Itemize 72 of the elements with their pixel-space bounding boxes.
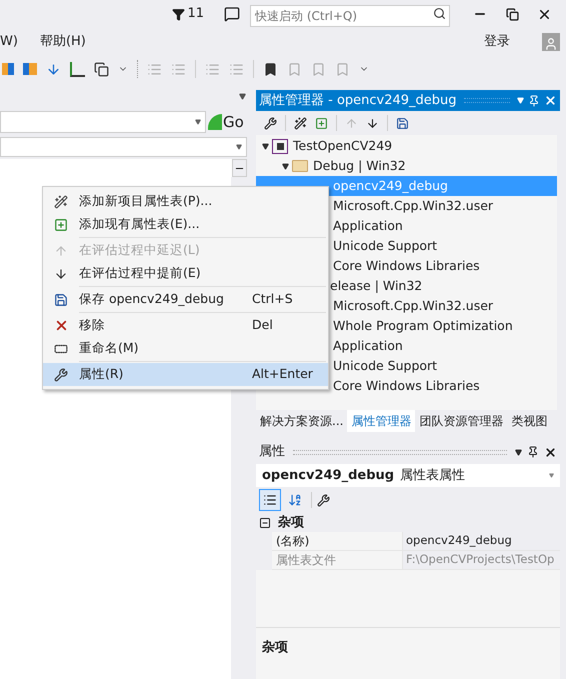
tree-item-label: Unicode Support bbox=[333, 236, 438, 255]
go-button[interactable]: Go bbox=[208, 110, 244, 134]
categorized-button[interactable] bbox=[259, 489, 281, 511]
shortcut-label: Del bbox=[252, 316, 274, 334]
menu-item[interactable]: 移除 Del bbox=[43, 314, 328, 337]
list-icon bbox=[263, 493, 277, 507]
property-name[interactable]: (名称) bbox=[272, 532, 403, 550]
toolbar-icon[interactable] bbox=[94, 62, 109, 76]
expander-icon[interactable] bbox=[282, 162, 289, 170]
menu-item[interactable]: 属性(R) Alt+Enter bbox=[43, 363, 328, 386]
sign-in-link[interactable]: 登录 bbox=[484, 32, 510, 52]
feedback-icon[interactable] bbox=[224, 6, 240, 22]
wrench-icon[interactable] bbox=[317, 494, 330, 506]
tree-item-label: Application bbox=[333, 216, 403, 235]
menu-item[interactable]: 帮助(H) bbox=[40, 32, 86, 52]
notification-count: 11 bbox=[187, 5, 204, 24]
panel-title: 属性管理器 - opencv249_debug bbox=[259, 92, 457, 110]
project-icon bbox=[272, 138, 288, 154]
wand-icon bbox=[54, 194, 68, 208]
add-sheet-icon[interactable] bbox=[315, 116, 328, 130]
dropdown-icon[interactable] bbox=[515, 448, 522, 456]
menu-item[interactable]: 重命名(M) bbox=[43, 337, 328, 360]
tree-item-label: Debug | Win32 bbox=[313, 156, 406, 175]
object-type: 属性表属性 bbox=[400, 466, 466, 485]
menu-item[interactable]: W) bbox=[0, 32, 18, 52]
panel-tab[interactable]: 属性管理器 bbox=[347, 410, 416, 432]
save-icon bbox=[54, 292, 68, 306]
tree-item-label: elease | Win32 bbox=[330, 276, 422, 295]
quick-launch-field[interactable]: 快速启动 (Ctrl+Q) bbox=[250, 5, 450, 27]
dropdown-icon[interactable] bbox=[239, 92, 246, 100]
collapse-icon[interactable] bbox=[259, 516, 271, 528]
panel-tab[interactable]: 解决方案资源... bbox=[256, 410, 348, 432]
tree-item-label: TestOpenCV249 bbox=[293, 136, 392, 155]
tree-item-label: opencv249_debug bbox=[333, 176, 448, 195]
add-sheet-icon bbox=[54, 218, 68, 232]
save-icon[interactable] bbox=[396, 116, 409, 130]
wrench-icon[interactable] bbox=[264, 116, 277, 130]
tree-item-label: Core Windows Libraries bbox=[333, 256, 480, 275]
object-selector[interactable]: opencv249_debug 属性表属性 bbox=[256, 464, 560, 487]
split-icon[interactable] bbox=[232, 159, 247, 177]
tree-item[interactable]: Debug | Win32 bbox=[256, 156, 557, 176]
menu-item[interactable]: 添加现有属性表(E)... bbox=[43, 213, 328, 236]
shortcut-label: Alt+Enter bbox=[252, 365, 314, 384]
bookmark-icon[interactable] bbox=[263, 62, 278, 76]
property-value[interactable]: opencv249_debug bbox=[403, 532, 515, 550]
pin-icon[interactable] bbox=[527, 446, 539, 458]
sort-az-icon bbox=[288, 493, 302, 507]
panel-tab[interactable]: 类视图 bbox=[507, 410, 552, 432]
tree-item[interactable]: TestOpenCV249 bbox=[256, 136, 557, 156]
up-arrow-icon bbox=[54, 244, 68, 258]
object-name: opencv249_debug bbox=[262, 466, 394, 485]
shortcut-label: Ctrl+S bbox=[252, 290, 294, 308]
menu-item[interactable]: 在评估过程中提前(E) bbox=[43, 262, 328, 285]
panel-title: 属性 bbox=[259, 443, 285, 462]
notification-flag-icon[interactable] bbox=[172, 8, 186, 20]
close-icon[interactable] bbox=[544, 446, 557, 458]
expander-icon[interactable] bbox=[262, 142, 269, 150]
category-label: 杂项 bbox=[278, 514, 304, 532]
menu-item[interactable]: 保存 opencv249_debug Ctrl+S bbox=[43, 288, 328, 311]
tree-item-label: Core Windows Libraries bbox=[333, 376, 480, 395]
restore-icon bbox=[506, 8, 518, 20]
text-field[interactable] bbox=[0, 159, 232, 177]
panel-tab[interactable]: 团队资源管理器 bbox=[415, 410, 508, 432]
avatar-icon[interactable] bbox=[542, 33, 560, 51]
search-icon[interactable] bbox=[433, 7, 446, 20]
wand-icon[interactable] bbox=[294, 116, 307, 130]
tree-item-label: Microsoft.Cpp.Win32.user bbox=[333, 196, 494, 215]
folder-icon bbox=[292, 160, 308, 172]
wrench-icon bbox=[54, 368, 68, 382]
description-title: 杂项 bbox=[262, 640, 288, 655]
tree-item-label: Application bbox=[333, 336, 403, 355]
down-arrow-icon[interactable] bbox=[366, 116, 379, 130]
